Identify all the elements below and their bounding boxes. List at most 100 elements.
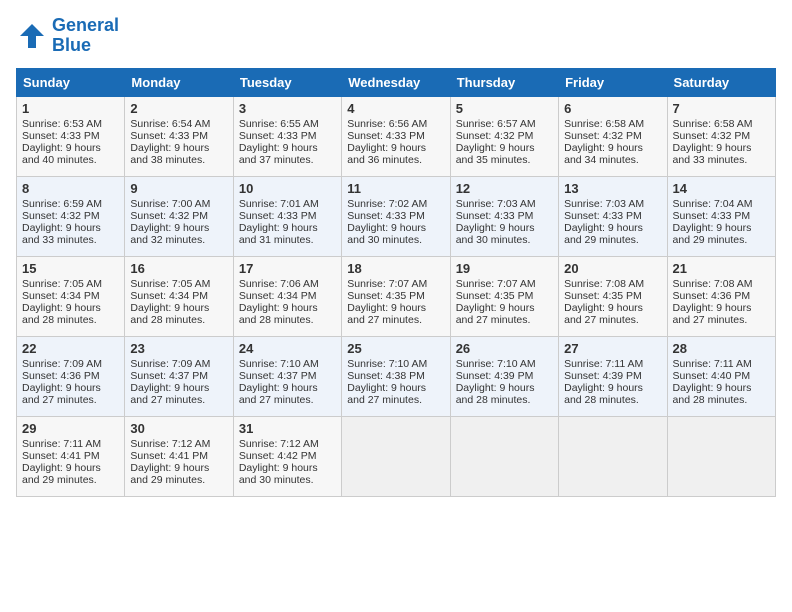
calendar-cell: [559, 416, 667, 496]
calendar-cell: 12 Sunrise: 7:03 AMSunset: 4:33 PMDayligh…: [450, 176, 558, 256]
calendar-cell: 22Sunrise: 7:09 AMSunset: 4:36 PMDayligh…: [17, 336, 125, 416]
day-info: Sunrise: 7:08 AMSunset: 4:36 PMDaylight:…: [673, 278, 753, 326]
day-info: Sunrise: 7:12 AMSunset: 4:42 PMDaylight:…: [239, 438, 319, 486]
logo-icon: [16, 20, 48, 52]
day-number: 23: [130, 341, 227, 356]
calendar-week-row: 8 Sunrise: 6:59 AMSunset: 4:32 PMDaylight…: [17, 176, 776, 256]
calendar-cell: 8 Sunrise: 6:59 AMSunset: 4:32 PMDaylight…: [17, 176, 125, 256]
day-info: Sunrise: 7:07 AMSunset: 4:35 PMDaylight:…: [456, 278, 536, 326]
day-info: Sunrise: 7:03 AMSunset: 4:33 PMDaylight:…: [456, 198, 536, 246]
day-number: 7: [673, 101, 770, 116]
day-number: 22: [22, 341, 119, 356]
page-header: General Blue: [16, 16, 776, 56]
dow-header: Sunday: [17, 68, 125, 96]
day-info: Sunrise: 6:56 AMSunset: 4:33 PMDaylight:…: [347, 118, 427, 166]
day-number: 8: [22, 181, 119, 196]
day-info: Sunrise: 7:07 AMSunset: 4:35 PMDaylight:…: [347, 278, 427, 326]
day-number: 9: [130, 181, 227, 196]
calendar-week-row: 15Sunrise: 7:05 AMSunset: 4:34 PMDayligh…: [17, 256, 776, 336]
calendar-cell: 13 Sunrise: 7:03 AMSunset: 4:33 PMDayligh…: [559, 176, 667, 256]
day-info: Sunrise: 6:58 AMSunset: 4:32 PMDaylight:…: [673, 118, 753, 166]
calendar-cell: 18 Sunrise: 7:07 AMSunset: 4:35 PMDayligh…: [342, 256, 450, 336]
day-number: 29: [22, 421, 119, 436]
day-info: Sunrise: 7:12 AMSunset: 4:41 PMDaylight:…: [130, 438, 210, 486]
calendar-week-row: 22Sunrise: 7:09 AMSunset: 4:36 PMDayligh…: [17, 336, 776, 416]
calendar-cell: 3 Sunrise: 6:55 AMSunset: 4:33 PMDaylight…: [233, 96, 341, 176]
day-number: 13: [564, 181, 661, 196]
calendar-body: 1 Sunrise: 6:53 AMSunset: 4:33 PMDaylight…: [17, 96, 776, 496]
calendar-cell: 7 Sunrise: 6:58 AMSunset: 4:32 PMDaylight…: [667, 96, 775, 176]
day-number: 24: [239, 341, 336, 356]
day-number: 1: [22, 101, 119, 116]
dow-header: Saturday: [667, 68, 775, 96]
calendar-cell: 20Sunrise: 7:08 AMSunset: 4:35 PMDayligh…: [559, 256, 667, 336]
day-number: 27: [564, 341, 661, 356]
dow-header: Thursday: [450, 68, 558, 96]
day-number: 2: [130, 101, 227, 116]
logo-text: General Blue: [52, 16, 119, 56]
calendar-cell: 27Sunrise: 7:11 AMSunset: 4:39 PMDayligh…: [559, 336, 667, 416]
calendar-cell: 24 Sunrise: 7:10 AMSunset: 4:37 PMDayligh…: [233, 336, 341, 416]
day-info: Sunrise: 7:05 AMSunset: 4:34 PMDaylight:…: [22, 278, 102, 326]
day-info: Sunrise: 7:01 AMSunset: 4:33 PMDaylight:…: [239, 198, 319, 246]
dow-header: Tuesday: [233, 68, 341, 96]
day-info: Sunrise: 7:03 AMSunset: 4:33 PMDaylight:…: [564, 198, 644, 246]
day-number: 10: [239, 181, 336, 196]
day-info: Sunrise: 7:06 AMSunset: 4:34 PMDaylight:…: [239, 278, 319, 326]
day-number: 19: [456, 261, 553, 276]
calendar-cell: 10 Sunrise: 7:01 AMSunset: 4:33 PMDayligh…: [233, 176, 341, 256]
calendar-cell: 11Sunrise: 7:02 AMSunset: 4:33 PMDayligh…: [342, 176, 450, 256]
day-number: 11: [347, 181, 444, 196]
calendar-cell: 1 Sunrise: 6:53 AMSunset: 4:33 PMDaylight…: [17, 96, 125, 176]
day-info: Sunrise: 7:10 AMSunset: 4:38 PMDaylight:…: [347, 358, 427, 406]
dow-header: Monday: [125, 68, 233, 96]
day-info: Sunrise: 7:11 AMSunset: 4:41 PMDaylight:…: [22, 438, 101, 486]
calendar-cell: 16Sunrise: 7:05 AMSunset: 4:34 PMDayligh…: [125, 256, 233, 336]
day-number: 31: [239, 421, 336, 436]
calendar-week-row: 29 Sunrise: 7:11 AMSunset: 4:41 PMDayligh…: [17, 416, 776, 496]
day-info: Sunrise: 7:11 AMSunset: 4:40 PMDaylight:…: [673, 358, 752, 406]
day-number: 5: [456, 101, 553, 116]
calendar-cell: 25 Sunrise: 7:10 AMSunset: 4:38 PMDayligh…: [342, 336, 450, 416]
day-info: Sunrise: 7:04 AMSunset: 4:33 PMDaylight:…: [673, 198, 753, 246]
day-number: 3: [239, 101, 336, 116]
day-info: Sunrise: 6:59 AMSunset: 4:32 PMDaylight:…: [22, 198, 102, 246]
calendar-cell: [450, 416, 558, 496]
calendar-cell: 14Sunrise: 7:04 AMSunset: 4:33 PMDayligh…: [667, 176, 775, 256]
day-info: Sunrise: 6:57 AMSunset: 4:32 PMDaylight:…: [456, 118, 536, 166]
day-number: 6: [564, 101, 661, 116]
calendar-cell: [667, 416, 775, 496]
day-number: 30: [130, 421, 227, 436]
calendar-cell: 15Sunrise: 7:05 AMSunset: 4:34 PMDayligh…: [17, 256, 125, 336]
day-info: Sunrise: 6:55 AMSunset: 4:33 PMDaylight:…: [239, 118, 319, 166]
dow-header: Wednesday: [342, 68, 450, 96]
day-number: 21: [673, 261, 770, 276]
calendar-cell: 4Sunrise: 6:56 AMSunset: 4:33 PMDaylight…: [342, 96, 450, 176]
calendar-cell: 6Sunrise: 6:58 AMSunset: 4:32 PMDaylight…: [559, 96, 667, 176]
day-number: 16: [130, 261, 227, 276]
day-number: 18: [347, 261, 444, 276]
days-of-week-row: SundayMondayTuesdayWednesdayThursdayFrid…: [17, 68, 776, 96]
calendar-cell: 9 Sunrise: 7:00 AMSunset: 4:32 PMDaylight…: [125, 176, 233, 256]
dow-header: Friday: [559, 68, 667, 96]
calendar-cell: 26Sunrise: 7:10 AMSunset: 4:39 PMDayligh…: [450, 336, 558, 416]
calendar-cell: 17Sunrise: 7:06 AMSunset: 4:34 PMDayligh…: [233, 256, 341, 336]
day-info: Sunrise: 7:10 AMSunset: 4:37 PMDaylight:…: [239, 358, 319, 406]
calendar-cell: 28 Sunrise: 7:11 AMSunset: 4:40 PMDayligh…: [667, 336, 775, 416]
calendar-cell: 2Sunrise: 6:54 AMSunset: 4:33 PMDaylight…: [125, 96, 233, 176]
day-number: 28: [673, 341, 770, 356]
calendar-cell: 29 Sunrise: 7:11 AMSunset: 4:41 PMDayligh…: [17, 416, 125, 496]
day-info: Sunrise: 6:53 AMSunset: 4:33 PMDaylight:…: [22, 118, 102, 166]
day-number: 12: [456, 181, 553, 196]
calendar-table: SundayMondayTuesdayWednesdayThursdayFrid…: [16, 68, 776, 497]
calendar-cell: 23 Sunrise: 7:09 AMSunset: 4:37 PMDayligh…: [125, 336, 233, 416]
calendar-cell: 19 Sunrise: 7:07 AMSunset: 4:35 PMDayligh…: [450, 256, 558, 336]
calendar-cell: [342, 416, 450, 496]
calendar-week-row: 1 Sunrise: 6:53 AMSunset: 4:33 PMDaylight…: [17, 96, 776, 176]
calendar-cell: 31 Sunrise: 7:12 AMSunset: 4:42 PMDayligh…: [233, 416, 341, 496]
calendar-cell: 30 Sunrise: 7:12 AMSunset: 4:41 PMDayligh…: [125, 416, 233, 496]
logo: General Blue: [16, 16, 119, 56]
day-info: Sunrise: 7:09 AMSunset: 4:37 PMDaylight:…: [130, 358, 210, 406]
day-info: Sunrise: 7:00 AMSunset: 4:32 PMDaylight:…: [130, 198, 210, 246]
day-number: 25: [347, 341, 444, 356]
